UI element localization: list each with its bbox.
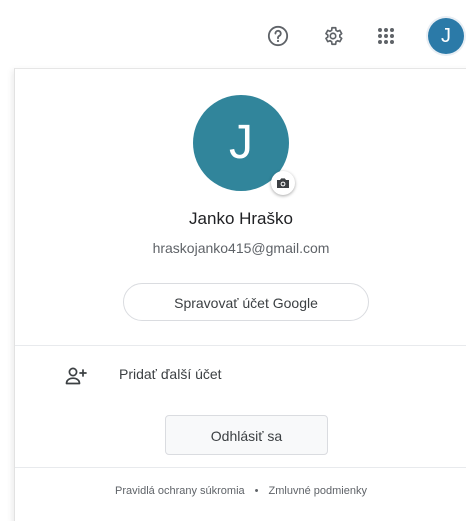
- manage-account-button[interactable]: Spravovať účet Google: [123, 283, 369, 321]
- page: J J Janko Hraško hraskojanko415@gmail.co…: [0, 0, 466, 521]
- account-email: hraskojanko415@gmail.com: [152, 240, 330, 256]
- footer-separator: •: [254, 485, 259, 497]
- account-avatar-button[interactable]: J: [428, 18, 464, 54]
- account-menu-panel: J Janko Hraško hraskojanko415@gmail.com …: [14, 68, 466, 521]
- gear-icon[interactable]: [315, 18, 351, 54]
- terms-of-service-link[interactable]: Zmluvné podmienky: [269, 485, 367, 497]
- camera-icon[interactable]: [271, 171, 295, 195]
- privacy-policy-link[interactable]: Pravidlá ochrany súkromia: [115, 485, 245, 497]
- add-person-icon: [65, 366, 87, 386]
- account-name: Janko Hraško: [189, 209, 293, 228]
- apps-grid-icon[interactable]: [368, 18, 404, 54]
- add-account-label: Pridať ďalší účet: [119, 366, 222, 382]
- footer: Pravidlá ochrany súkromia • Zmluvné podmie…: [15, 485, 466, 497]
- sign-out-button[interactable]: Odhlásiť sa: [165, 415, 328, 455]
- top-bar: J: [0, 0, 466, 68]
- help-icon[interactable]: [260, 18, 296, 54]
- divider: [15, 467, 466, 468]
- add-account-item[interactable]: Pridať ďalší účet: [15, 346, 466, 406]
